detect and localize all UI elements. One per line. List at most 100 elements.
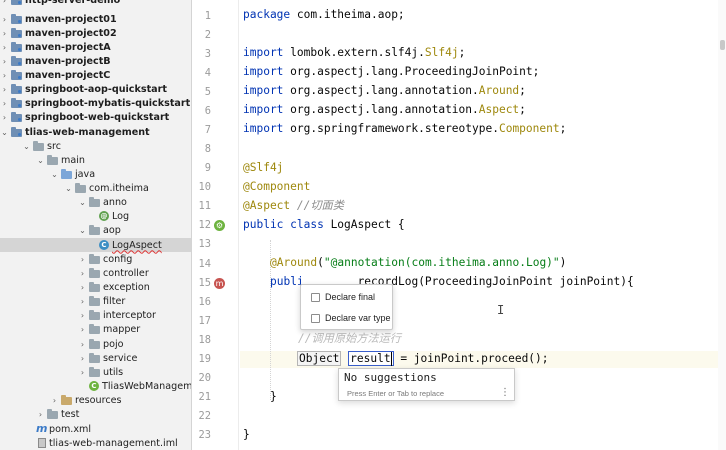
folder-icon [33,141,44,151]
package-icon [89,268,100,278]
code-line[interactable]: import org.springframework.stereotype.Co… [243,121,566,137]
line-number: 10 [198,181,211,193]
chevron-right-icon[interactable]: › [78,255,87,264]
chevron-down-icon[interactable]: ⌄ [22,142,31,151]
line-number: 7 [204,124,211,136]
code-line[interactable]: @Component [243,179,310,195]
chevron-right-icon[interactable]: › [78,283,87,292]
mouse-ibeam-icon: I [497,303,505,317]
chevron-right-icon[interactable]: › [0,57,9,66]
chevron-right-icon[interactable]: › [78,325,87,334]
tree-item-anno[interactable]: ⌄ anno [0,195,191,209]
tree-item-package[interactable]: › interceptor [0,308,191,322]
tree-item-package[interactable]: › utils [0,365,191,379]
tree-item-app-class[interactable]: CTliasWebManagement [0,379,191,393]
scrollbar-thumb[interactable] [720,40,725,50]
code-line[interactable]: @Around("@annotation(com.itheima.anno.Lo… [270,255,566,271]
chevron-down-icon[interactable]: ⌄ [78,226,87,235]
aop-advice-gutter-icon[interactable]: m [214,278,225,289]
template-type-field[interactable]: Object [297,351,342,366]
chevron-right-icon[interactable]: › [0,43,9,52]
chevron-right-icon[interactable]: › [50,396,59,405]
tree-item-module[interactable]: › maven-projectA [0,40,191,54]
chevron-right-icon[interactable]: › [78,340,87,349]
editor-scrollbar[interactable] [718,0,726,450]
declare-final-option[interactable]: Declare final [311,292,375,302]
chevron-right-icon[interactable]: › [36,410,45,419]
chevron-right-icon[interactable]: › [0,29,9,38]
chevron-down-icon[interactable]: ⌄ [78,198,87,207]
chevron-right-icon[interactable]: › [78,311,87,320]
code-line[interactable]: import org.aspectj.lang.annotation.Aroun… [243,83,526,99]
tree-item-module[interactable]: › maven-project02 [0,26,191,40]
code-line[interactable]: //调用原始方法运行 [298,331,401,347]
template-variable-field[interactable]: result [348,351,394,366]
chevron-down-icon[interactable]: ⌄ [36,156,45,165]
code-line[interactable]: package com.itheima.aop; [243,7,405,23]
chevron-right-icon[interactable]: › [78,368,87,377]
chevron-right-icon[interactable]: › [0,15,9,24]
spring-bean-gutter-icon[interactable]: ⚙ [214,220,225,231]
code-line[interactable]: } [243,427,250,443]
chevron-right-icon[interactable]: › [0,85,9,94]
chevron-right-icon[interactable]: › [78,269,87,278]
editor-gutter[interactable]: 1 2 3 4 5 6 7 8 9 10 11 12 ⚙ 13 14 15 m … [193,0,239,450]
code-line[interactable]: import org.aspectj.lang.annotation.Aspec… [243,102,526,118]
chevron-right-icon[interactable]: › [0,99,9,108]
code-line[interactable]: import lombok.extern.slf4j.Slf4j; [243,45,465,61]
tree-item-package[interactable]: › controller [0,266,191,280]
tree-item-log[interactable]: @ Log [0,209,191,223]
tree-item-module[interactable]: › springboot-mybatis-quickstart [0,96,191,110]
code-line[interactable]: public class LogAspect { [243,217,405,233]
code-line[interactable]: } [270,389,277,405]
tree-item-package[interactable]: › exception [0,280,191,294]
chevron-right-icon[interactable]: › [0,71,9,80]
chevron-down-icon[interactable]: ⌄ [64,184,73,193]
tree-item-package[interactable]: › mapper [0,322,191,336]
tree-item-module[interactable]: › maven-project01 [0,12,191,26]
tree-item-java[interactable]: ⌄ java [0,167,191,181]
completion-hint: Press Enter or Tab to replace [347,389,444,398]
tree-item-aop[interactable]: ⌄ aop [0,223,191,237]
iml-file-icon [38,438,46,448]
tree-item-module[interactable]: › maven-projectB [0,54,191,68]
code-line[interactable]: import org.aspectj.lang.ProceedingJoinPo… [243,64,539,80]
tree-item-package[interactable]: ⌄ com.itheima [0,181,191,195]
tree-item-resources[interactable]: › resources [0,393,191,407]
class-icon: C [99,240,109,250]
completion-popup: No suggestions Press Enter or Tab to rep… [338,368,515,401]
package-icon [75,183,86,193]
tree-item-module[interactable]: › springboot-aop-quickstart [0,82,191,96]
tree-item-iml[interactable]: tlias-web-management.iml [0,436,191,450]
package-icon [89,310,100,320]
tree-item-src[interactable]: ⌄ src [0,139,191,153]
chevron-right-icon[interactable]: › [0,113,9,122]
tree-item-package[interactable]: › filter [0,294,191,308]
more-options-icon[interactable]: ⋮ [500,387,510,398]
code-line[interactable]: @Aspect //切面类 [243,198,344,214]
module-folder-icon [11,14,22,24]
chevron-down-icon[interactable]: ⌄ [0,128,9,137]
tree-item-module[interactable]: › springboot-web-quickstart [0,110,191,124]
line-number: 22 [198,410,211,422]
tree-item-log-aspect[interactable]: C LogAspect [0,238,191,252]
tree-item-test[interactable]: › test [0,407,191,421]
chevron-right-icon[interactable]: › [0,0,9,5]
tree-item-package[interactable]: › config [0,252,191,266]
code-line[interactable]: @Slf4j [243,160,283,176]
line-number: 6 [204,105,211,117]
code-line-active[interactable]: Object result = joinPoint.proceed(); [297,351,549,367]
declare-var-type-option[interactable]: Declare var type [311,313,391,323]
tree-item-package[interactable]: › service [0,351,191,365]
chevron-right-icon[interactable]: › [78,354,87,363]
chevron-down-icon[interactable]: ⌄ [50,170,59,179]
tree-item-main[interactable]: ⌄ main [0,153,191,167]
declare-var-type-checkbox[interactable] [311,313,320,323]
tree-item-package[interactable]: › pojo [0,337,191,351]
declare-final-checkbox[interactable] [311,292,320,302]
tree-item-pom[interactable]: m pom.xml [0,422,191,436]
tree-item-module[interactable]: ⌄ tlias-web-management [0,125,191,139]
tree-item-module[interactable]: › maven-projectC [0,68,191,82]
tree-item-module[interactable]: › http-server-demo [0,0,191,7]
chevron-right-icon[interactable]: › [78,297,87,306]
